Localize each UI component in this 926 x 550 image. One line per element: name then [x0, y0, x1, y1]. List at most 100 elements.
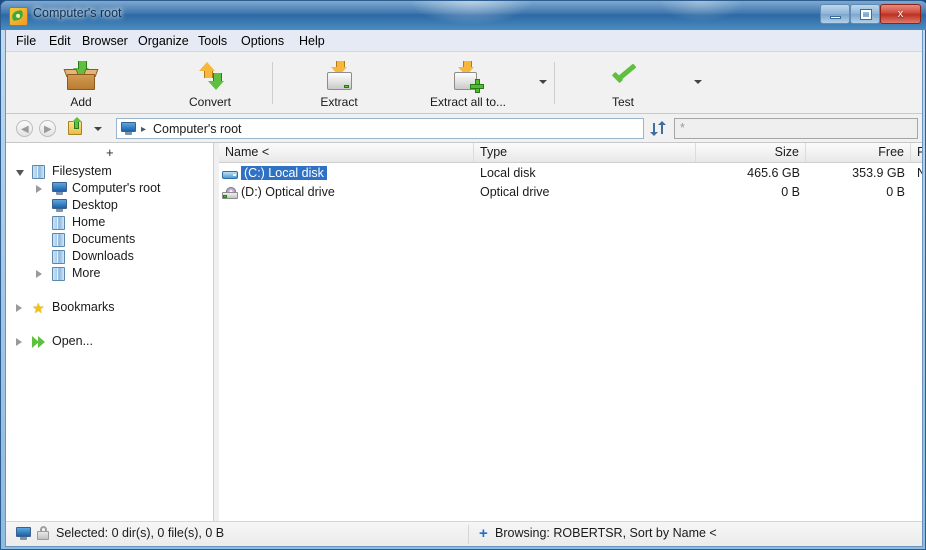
- sidebar-item-home[interactable]: Home: [6, 214, 213, 231]
- status-divider: [468, 525, 469, 544]
- extract-all-to-button[interactable]: Extract all to...: [410, 54, 526, 112]
- add-tab-button[interactable]: +: [106, 145, 114, 160]
- menu-tools[interactable]: Tools: [192, 33, 233, 49]
- test-dropdown-arrow[interactable]: [694, 80, 702, 84]
- address-bar: ◀ ▶ ▸ Computer's root *: [6, 114, 922, 143]
- sidebar-item-documents[interactable]: Documents: [6, 231, 213, 248]
- chevron-right-icon[interactable]: [16, 304, 22, 312]
- up-directory-button[interactable]: [68, 117, 84, 136]
- browsing-status-text: Browsing: ROBERTSR, Sort by Name <: [495, 526, 717, 540]
- close-button[interactable]: x: [880, 4, 921, 24]
- file-list-header: Name < Type Size Free Filesystem: [219, 143, 922, 163]
- column-header-type[interactable]: Type: [474, 143, 696, 162]
- optical-drive-icon: [222, 187, 238, 200]
- menu-file[interactable]: File: [10, 33, 42, 49]
- file-list: Name < Type Size Free Filesystem (C:) Local …: [219, 143, 922, 521]
- computer-monitor-icon: [121, 122, 136, 135]
- test-button-label: Test: [611, 95, 634, 109]
- sidebar-item-label: Bookmarks: [52, 300, 115, 314]
- search-input[interactable]: *: [674, 118, 918, 139]
- extract-button-label: Extract: [320, 95, 358, 109]
- column-header-size[interactable]: Size: [696, 143, 806, 162]
- peazip-logo-icon: [9, 7, 28, 26]
- lock-icon: [37, 526, 49, 540]
- monitor-icon: [52, 199, 67, 213]
- forward-button[interactable]: ▶: [39, 120, 56, 137]
- extract-button[interactable]: Extract: [295, 54, 383, 112]
- title-bar-gloss: [1, 1, 926, 14]
- table-row[interactable]: (D:) Optical drive Optical drive 0 B 0 B: [219, 184, 922, 203]
- sidebar-item-label: Home: [72, 215, 106, 229]
- table-row[interactable]: (C:) Local disk Local disk 465.6 GB 353.9 G…: [219, 165, 922, 184]
- folder-icon: [52, 233, 66, 247]
- sidebar-item-label: Filesystem: [52, 164, 112, 178]
- computer-monitor-icon: [16, 527, 31, 540]
- maximize-button[interactable]: [850, 4, 880, 24]
- chevron-right-icon[interactable]: [16, 338, 22, 346]
- chevron-right-icon[interactable]: [36, 270, 42, 278]
- status-bar: Selected: 0 dir(s), 0 file(s), 0 B + Bro…: [6, 521, 922, 546]
- menu-help[interactable]: Help: [293, 33, 331, 49]
- convert-button[interactable]: Convert: [166, 54, 254, 112]
- column-header-free[interactable]: Free: [806, 143, 911, 162]
- selection-status-text: Selected: 0 dir(s), 0 file(s), 0 B: [56, 526, 225, 540]
- sidebar-item-label: Downloads: [72, 249, 134, 263]
- close-icon: x: [897, 8, 904, 20]
- drive-with-plus-icon: [410, 60, 526, 94]
- add-button[interactable]: Add: [37, 54, 125, 112]
- drive-with-down-arrow-icon: [295, 60, 383, 94]
- column-header-label: Type: [480, 145, 508, 159]
- column-header-name[interactable]: Name <: [219, 143, 474, 162]
- back-button[interactable]: ◀: [16, 120, 33, 137]
- address-input[interactable]: ▸ Computer's root: [116, 118, 644, 139]
- column-header-label: Filesystem: [917, 143, 922, 162]
- sidebar-item-desktop[interactable]: Desktop: [6, 197, 213, 214]
- status-plus-icon[interactable]: +: [479, 525, 488, 542]
- convert-button-label: Convert: [188, 95, 232, 109]
- chevron-down-icon[interactable]: [16, 170, 24, 176]
- extract-all-dropdown-arrow[interactable]: [539, 80, 547, 84]
- forward-arrow-icon: ▶: [44, 123, 52, 135]
- client-area: File Edit Browser Organize Tools Options Help …: [5, 30, 923, 547]
- sidebar-item-open[interactable]: Open...: [6, 333, 213, 350]
- back-arrow-icon: ◀: [21, 123, 29, 135]
- menu-bar: File Edit Browser Organize Tools Options Help: [6, 30, 922, 52]
- chevron-right-icon[interactable]: [36, 185, 42, 193]
- toolbar-separator-1: [272, 62, 273, 104]
- sidebar-item-label: Open...: [52, 334, 93, 348]
- path-separator-icon: ▸: [141, 124, 147, 135]
- star-icon: ★: [32, 300, 45, 316]
- extract-all-to-button-label: Extract all to...: [429, 95, 507, 109]
- history-dropdown-arrow[interactable]: [94, 127, 102, 131]
- sidebar-item-computersroot[interactable]: Computer's root: [6, 180, 213, 197]
- minimize-button[interactable]: [820, 4, 850, 24]
- menu-organize[interactable]: Organize: [132, 33, 195, 49]
- add-button-label: Add: [70, 95, 92, 109]
- cell-name: (D:) Optical drive: [241, 185, 335, 199]
- column-header-filesystem[interactable]: Filesystem: [911, 143, 922, 162]
- folder-icon: [52, 250, 66, 264]
- cell-name-text: (C:) Local disk: [241, 166, 327, 180]
- monitor-icon: [52, 182, 67, 196]
- menu-options[interactable]: Options: [235, 33, 290, 49]
- sidebar-item-label: Desktop: [72, 198, 118, 212]
- sidebar-item-filesystem[interactable]: Filesystem: [6, 163, 213, 180]
- open-arrows-icon: [32, 335, 48, 349]
- column-header-label: Size: [774, 145, 799, 159]
- green-check-icon: [583, 60, 663, 94]
- cell-type: Local disk: [480, 166, 536, 180]
- refresh-icon[interactable]: [646, 118, 672, 139]
- test-button[interactable]: Test: [583, 54, 663, 112]
- application-window: Computer's root x File Edit Browser Organiz…: [0, 0, 926, 550]
- folder-icon: [32, 165, 46, 179]
- sidebar-item-bookmarks[interactable]: ★ Bookmarks: [6, 299, 213, 316]
- toolbar-separator-2: [554, 62, 555, 104]
- cell-free: 0 B: [886, 185, 905, 199]
- menu-browser[interactable]: Browser: [76, 33, 134, 49]
- column-header-label: Name <: [225, 145, 270, 159]
- menu-edit[interactable]: Edit: [43, 33, 77, 49]
- search-placeholder: *: [680, 121, 685, 135]
- sidebar-item-label: Computer's root: [72, 181, 161, 195]
- sidebar-item-downloads[interactable]: Downloads: [6, 248, 213, 265]
- sidebar-item-more[interactable]: More: [6, 265, 213, 282]
